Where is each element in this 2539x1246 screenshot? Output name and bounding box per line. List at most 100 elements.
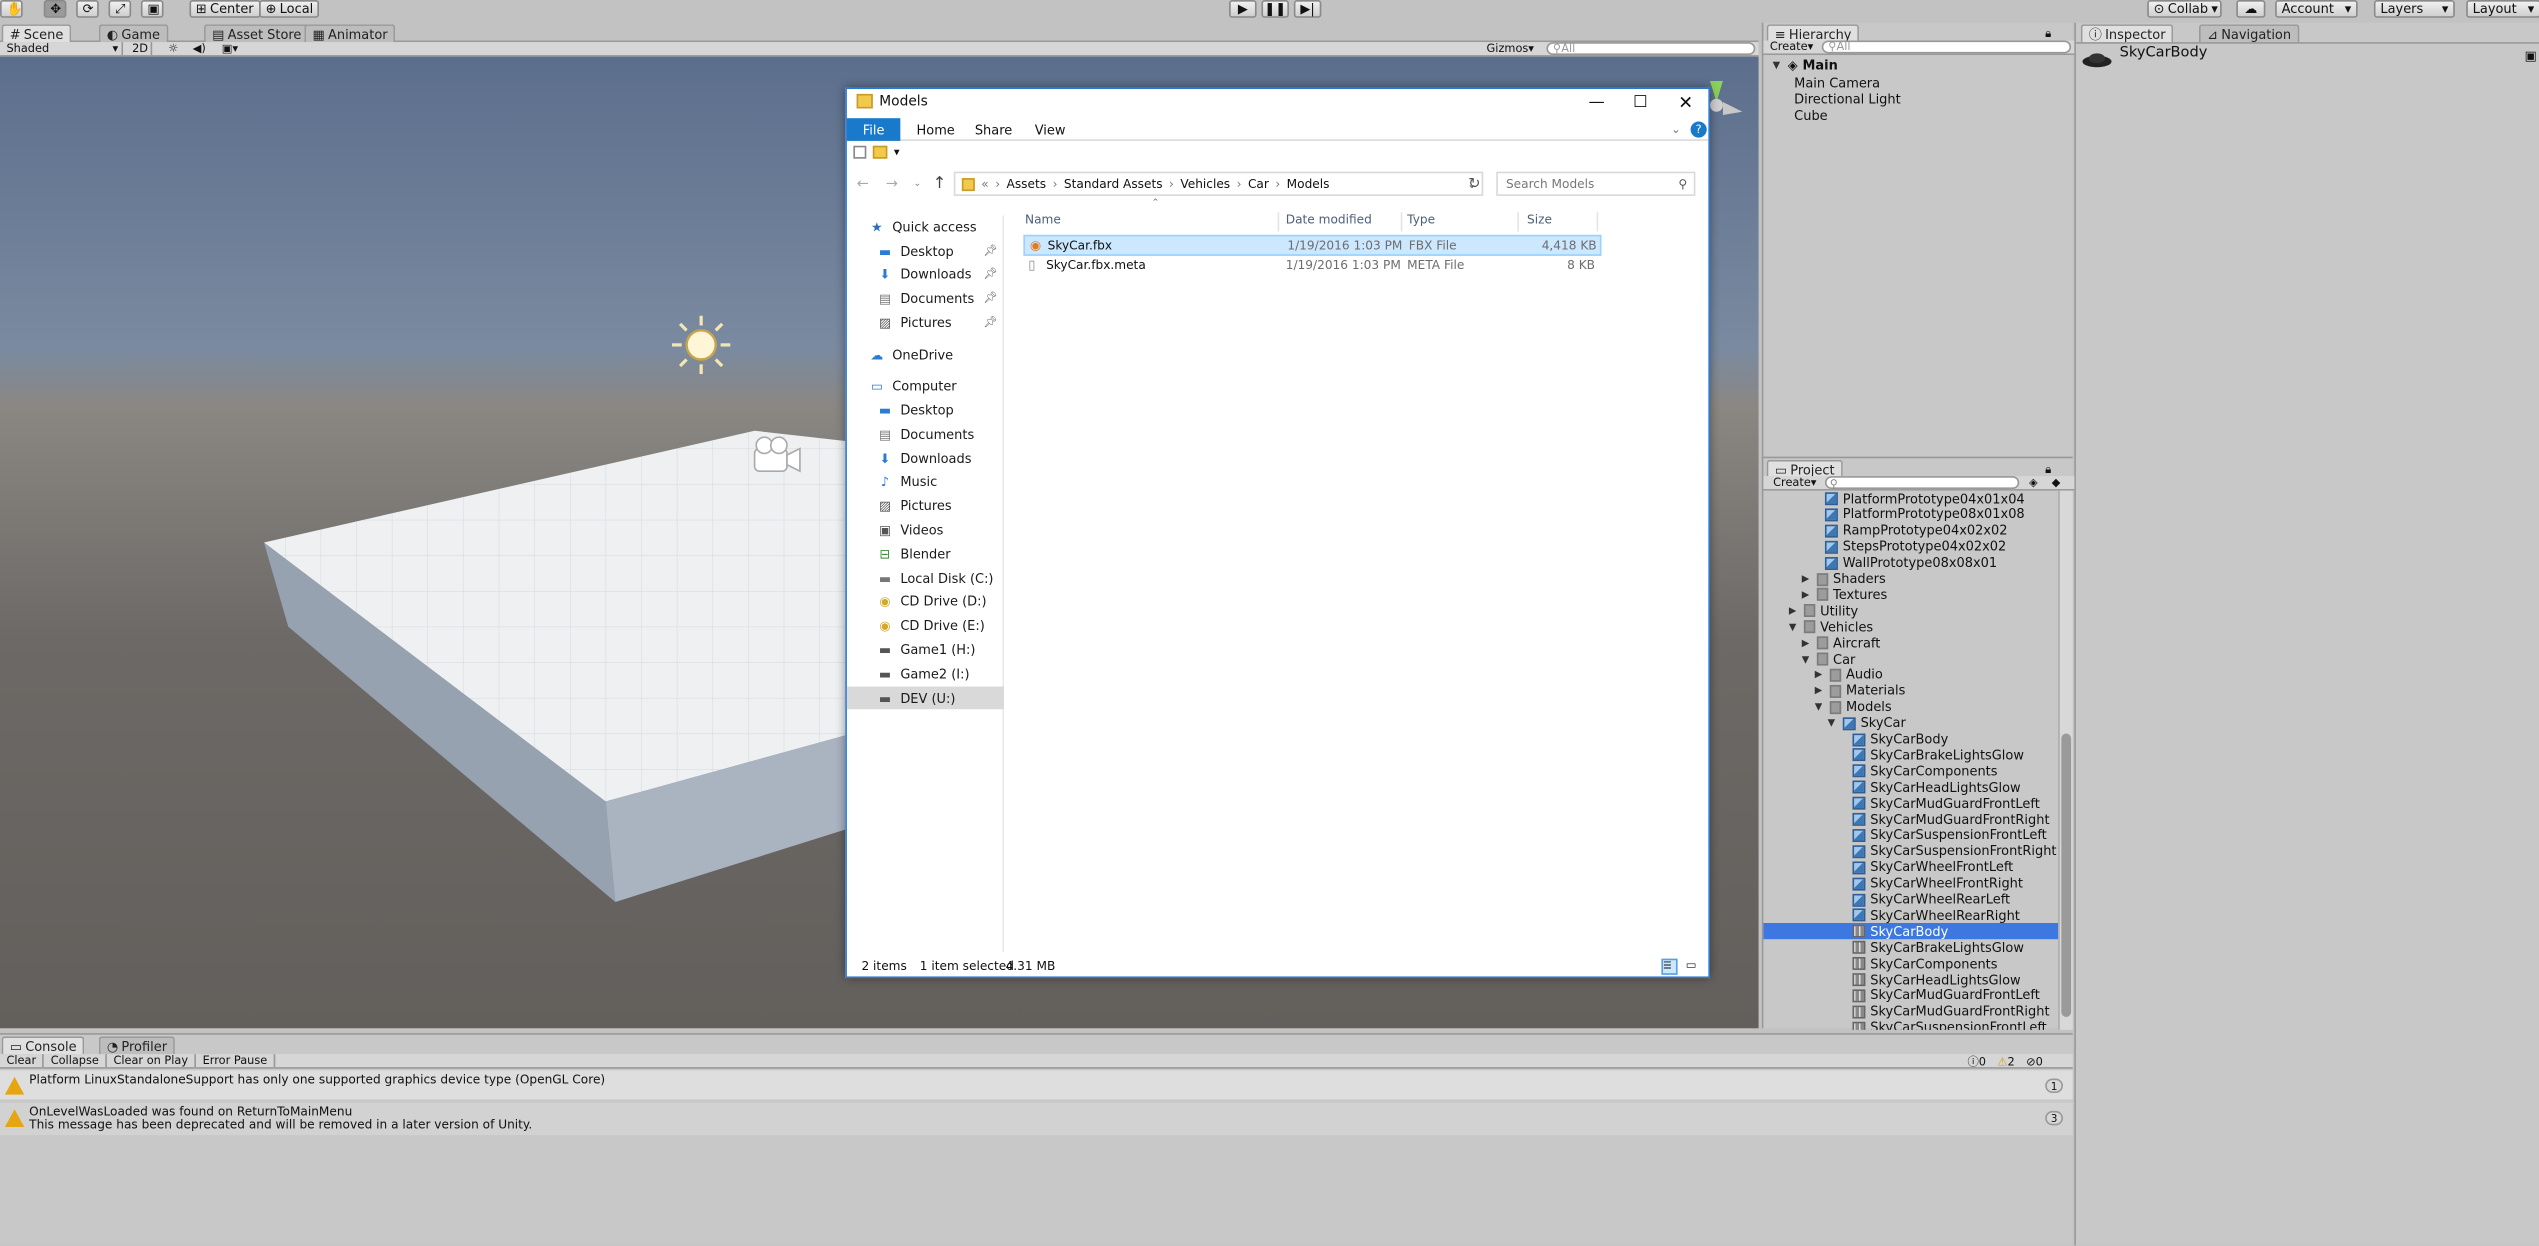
- rotate-tool-button[interactable]: ⟳: [76, 0, 99, 18]
- tab-inspector[interactable]: ⓘ Inspector: [2080, 24, 2174, 43]
- project-tree-item[interactable]: SkyCarSuspensionFrontRight: [1852, 843, 2056, 859]
- project-tree-item[interactable]: ▶ Utility: [1786, 603, 1858, 619]
- ribbon-tab-file[interactable]: File: [846, 118, 901, 141]
- project-search-input[interactable]: ⚲: [1824, 476, 2020, 491]
- pin-icon[interactable]: 📌︎: [983, 245, 997, 258]
- hierarchy-item[interactable]: Directional Light: [1794, 91, 1901, 107]
- collapse-button[interactable]: Collapse: [44, 1054, 107, 1068]
- filter-by-label-icon[interactable]: ◆: [2052, 476, 2061, 489]
- hand-tool-button[interactable]: ✋: [0, 0, 23, 18]
- project-tree-item[interactable]: ▶ Audio: [1812, 667, 1883, 683]
- tab-project[interactable]: ▭ Project: [1766, 459, 1843, 478]
- customize-toolbar-icon[interactable]: ▾: [894, 146, 900, 159]
- nav-item[interactable]: ◉ CD Drive (E:): [847, 614, 1004, 637]
- expand-arrow-icon[interactable]: ▶: [1799, 573, 1812, 584]
- scene-orientation-gizmo[interactable]: [1709, 80, 1743, 115]
- hierarchy-item[interactable]: Cube: [1794, 107, 1827, 123]
- pin-icon[interactable]: 📌︎: [983, 267, 997, 280]
- expand-arrow-icon[interactable]: ▼: [1786, 621, 1799, 632]
- error-pause-button[interactable]: Error Pause: [196, 1054, 276, 1068]
- nav-item[interactable]: ▬ Desktop 📌︎: [847, 240, 1004, 263]
- project-tree-item[interactable]: SkyCarWheelFrontLeft: [1852, 859, 2013, 875]
- project-tree-item[interactable]: WallPrototype08x08x01: [1824, 555, 1997, 571]
- hierarchy-create-button[interactable]: Create: [1770, 40, 1808, 53]
- tab-scene[interactable]: # Scene: [1, 24, 72, 43]
- details-view-button[interactable]: ☰: [1661, 958, 1678, 975]
- audio-toggle[interactable]: ◀): [189, 42, 208, 55]
- nav-item[interactable]: ▤ Documents: [847, 423, 1004, 446]
- pin-icon[interactable]: 📌︎: [983, 316, 997, 329]
- project-tree-item[interactable]: ▼ Vehicles: [1786, 619, 1873, 635]
- breadcrumb-item[interactable]: Car: [1248, 177, 1269, 192]
- tab-game[interactable]: ◐ Game: [98, 24, 169, 43]
- project-tree-item[interactable]: SkyCarHeadLightsGlow: [1852, 972, 2021, 988]
- info-filter-toggle[interactable]: ⓘ 0: [1967, 1054, 1986, 1070]
- pause-button[interactable]: ❚❚: [1261, 0, 1289, 18]
- expand-arrow-icon[interactable]: ▼: [1825, 718, 1838, 729]
- file-row[interactable]: ▯ SkyCar.fbx.meta 1/19/2016 1:03 PM META Fi…: [1023, 256, 1601, 277]
- project-tree-item[interactable]: SkyCarBody: [1763, 923, 2059, 940]
- expand-arrow-icon[interactable]: ▶: [1812, 669, 1825, 680]
- project-tree-item[interactable]: SkyCarMudGuardFrontLeft: [1852, 988, 2040, 1004]
- account-dropdown[interactable]: Account ▾: [2275, 0, 2358, 18]
- project-tree-item[interactable]: ▼ Models: [1812, 699, 1892, 715]
- nav-item[interactable]: ▤ Documents 📌︎: [847, 287, 1004, 310]
- up-button[interactable]: ↑: [933, 175, 947, 193]
- project-create-button[interactable]: Create: [1773, 476, 1811, 489]
- pivot-space-toggle[interactable]: ⊕ Local: [259, 0, 320, 18]
- expand-arrow-icon[interactable]: ▶: [1799, 637, 1812, 648]
- column-header-type[interactable]: Type: [1406, 212, 1519, 232]
- project-scrollbar[interactable]: [2058, 490, 2073, 1030]
- project-tree-item[interactable]: SkyCarBrakeLightsGlow: [1852, 747, 2024, 763]
- project-tree-item[interactable]: SkyCarComponents: [1852, 956, 1998, 972]
- nav-item[interactable]: ☁ OneDrive: [847, 343, 1004, 366]
- console-message[interactable]: Platform LinuxStandaloneSupport has only…: [0, 1070, 2073, 1100]
- recent-locations-button[interactable]: ⌄: [913, 178, 921, 189]
- expand-arrow-icon[interactable]: ▼: [1799, 653, 1812, 664]
- expand-ribbon-icon[interactable]: ⌄: [1671, 123, 1681, 136]
- error-filter-toggle[interactable]: ⊘ 0: [2026, 1056, 2043, 1069]
- expand-arrow-icon[interactable]: ▼: [1812, 701, 1825, 712]
- column-header-date[interactable]: Date modified: [1284, 212, 1403, 232]
- gizmos-dropdown[interactable]: Gizmos ▾: [1487, 42, 1534, 55]
- address-bar[interactable]: « › Assets › Standard Assets › Vehicles …: [953, 171, 1484, 196]
- project-tree-item[interactable]: SkyCarWheelFrontRight: [1852, 875, 2023, 891]
- project-tree-item[interactable]: SkyCarMudGuardFrontRight: [1852, 1004, 2050, 1020]
- hierarchy-item[interactable]: Main Camera: [1794, 74, 1880, 90]
- ribbon-tab-view[interactable]: View: [1035, 123, 1066, 138]
- project-tree-item[interactable]: SkyCarWheelRearLeft: [1852, 891, 2010, 907]
- project-tree-item[interactable]: SkyCarMudGuardFrontLeft: [1852, 795, 2040, 811]
- tab-profiler[interactable]: ◔ Profiler: [98, 1036, 176, 1055]
- breadcrumb-separator-icon[interactable]: ›: [1237, 177, 1242, 192]
- breadcrumb-separator-icon[interactable]: ›: [1169, 177, 1174, 192]
- properties-icon[interactable]: [853, 145, 867, 159]
- console-message[interactable]: OnLevelWasLoaded was found on ReturnToMa…: [0, 1102, 2073, 1136]
- project-tree-item[interactable]: SkyCarMudGuardFrontRight: [1852, 811, 2050, 827]
- tab-navigation[interactable]: ⊿ Navigation: [2199, 24, 2300, 43]
- nav-item[interactable]: ▬ DEV (U:): [846, 686, 1004, 710]
- scene-search-input[interactable]: ⚲ All: [1546, 42, 1756, 56]
- minimize-button[interactable]: —: [1576, 89, 1618, 117]
- pin-icon[interactable]: 📌︎: [983, 291, 997, 304]
- project-tree-item[interactable]: StepsPrototype04x02x02: [1824, 539, 2006, 555]
- nav-item[interactable]: ⬇ Downloads 📌︎: [847, 262, 1004, 285]
- scene-root-item[interactable]: ▼ ◈ Main: [1770, 57, 1838, 73]
- ribbon-tab-home[interactable]: Home: [917, 123, 955, 138]
- expand-arrow-icon[interactable]: ▶: [1786, 605, 1799, 616]
- scrollbar-thumb[interactable]: [2061, 733, 2072, 1017]
- cloud-button[interactable]: ☁: [2236, 0, 2266, 18]
- nav-item[interactable]: ▣ Videos: [847, 518, 1004, 541]
- help-icon[interactable]: ?: [1690, 121, 1707, 138]
- close-button[interactable]: ✕: [1665, 89, 1707, 117]
- project-tree-item[interactable]: PlatformPrototype08x01x08: [1824, 507, 2025, 523]
- breadcrumb-separator-icon[interactable]: ›: [1053, 177, 1058, 192]
- hierarchy-search-input[interactable]: ⚲ All: [1821, 40, 2072, 54]
- column-header-size[interactable]: Size: [1524, 212, 1599, 232]
- breadcrumb-item[interactable]: Assets: [1007, 177, 1047, 192]
- nav-item[interactable]: ▨ Pictures: [847, 494, 1004, 517]
- nav-item[interactable]: ▬ Game2 (I:): [847, 662, 1004, 685]
- nav-item[interactable]: ♪ Music: [847, 470, 1004, 493]
- expand-arrow-icon[interactable]: ▶: [1812, 685, 1825, 696]
- project-tree-item[interactable]: ▶ Textures: [1799, 587, 1887, 603]
- play-button[interactable]: ▶: [1229, 0, 1257, 18]
